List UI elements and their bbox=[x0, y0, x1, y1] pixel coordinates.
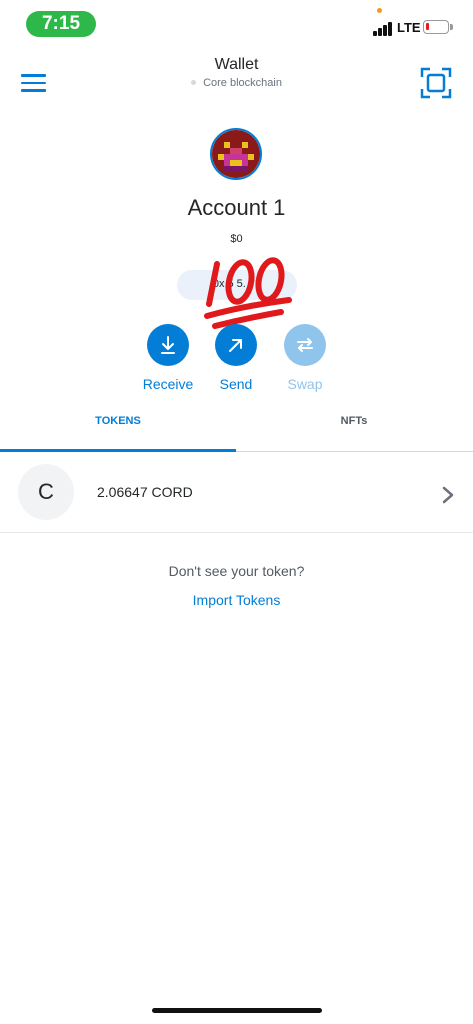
network-status-dot bbox=[191, 79, 197, 85]
qr-scan-icon[interactable] bbox=[420, 67, 452, 99]
network-selector[interactable]: Core blockchain bbox=[0, 77, 473, 89]
send-label: Send bbox=[219, 376, 253, 392]
receive-button[interactable]: Receive bbox=[133, 324, 203, 392]
status-time: 7:15 bbox=[26, 11, 96, 37]
token-row[interactable]: C 2.06647 CORD bbox=[0, 452, 473, 533]
page-title: Wallet bbox=[214, 56, 259, 73]
import-tokens-link[interactable]: Import Tokens bbox=[0, 592, 473, 608]
account-avatar[interactable] bbox=[210, 128, 262, 180]
account-balance: $0 bbox=[230, 233, 243, 245]
account-name[interactable]: Account 1 bbox=[0, 195, 473, 221]
receive-icon bbox=[147, 324, 189, 366]
send-icon bbox=[215, 324, 257, 366]
home-indicator[interactable] bbox=[152, 1008, 322, 1013]
token-icon: C bbox=[18, 464, 74, 520]
hundred-points-sticker bbox=[204, 257, 292, 329]
battery-icon bbox=[423, 20, 453, 34]
tab-tokens[interactable]: TOKENS bbox=[0, 404, 236, 451]
swap-button[interactable]: Swap bbox=[270, 324, 340, 392]
swap-icon bbox=[284, 324, 326, 366]
tab-nfts[interactable]: NFTs bbox=[236, 404, 472, 451]
send-button[interactable]: Send bbox=[201, 324, 271, 392]
swap-label: Swap bbox=[287, 376, 323, 392]
asset-tabs: TOKENS NFTs bbox=[0, 404, 473, 452]
carrier-label: LTE bbox=[397, 20, 421, 35]
missing-token-prompt: Don't see your token? bbox=[168, 563, 305, 579]
token-balance: 2.06647 CORD bbox=[97, 484, 193, 500]
privacy-indicator-dot bbox=[377, 8, 382, 13]
cellular-signal-icon bbox=[373, 22, 395, 36]
chevron-right-icon bbox=[442, 486, 454, 504]
receive-label: Receive bbox=[142, 376, 194, 392]
network-name: Core blockchain bbox=[203, 77, 282, 89]
